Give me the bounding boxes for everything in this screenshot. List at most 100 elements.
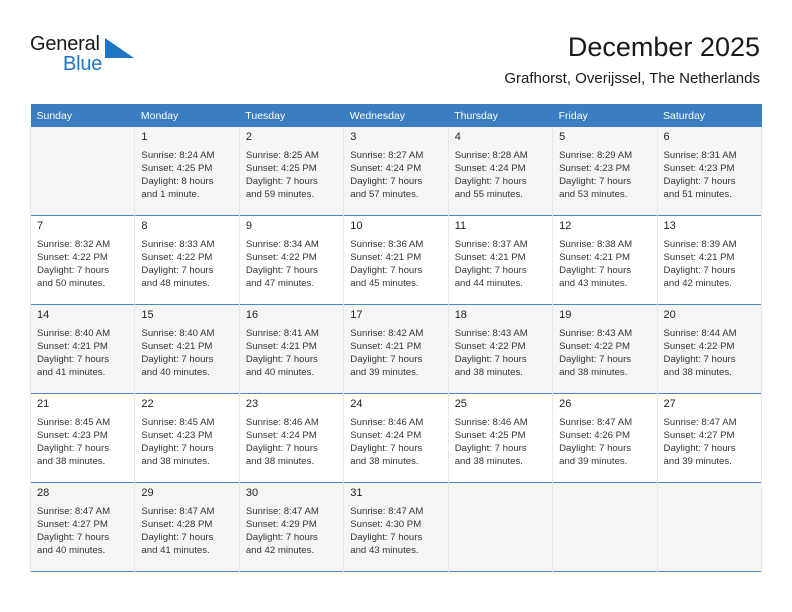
day-number: 6 — [663, 131, 670, 143]
day-number: 31 — [350, 487, 363, 499]
day-sun-info: Sunrise: 8:32 AM Sunset: 4:22 PM Dayligh… — [37, 239, 111, 290]
day-sun-info: Sunrise: 8:39 AM Sunset: 4:21 PM Dayligh… — [663, 239, 737, 290]
calendar-cell-inner: 17 Sunrise: 8:42 AM Sunset: 4:21 PM Dayli… — [344, 305, 447, 393]
calendar-cell-inner: 14 Sunrise: 8:40 AM Sunset: 4:21 PM Dayli… — [31, 305, 134, 393]
day-sun-info: Sunrise: 8:33 AM Sunset: 4:22 PM Dayligh… — [141, 239, 215, 290]
day-sun-info: Sunrise: 8:40 AM Sunset: 4:21 PM Dayligh… — [141, 328, 215, 379]
day-sun-info: Sunrise: 8:28 AM Sunset: 4:24 PM Dayligh… — [454, 150, 528, 201]
calendar-day-cell[interactable]: 15 Sunrise: 8:40 AM Sunset: 4:21 PM Dayli… — [134, 304, 240, 394]
weekday-header-wednesday: Wednesday — [343, 104, 449, 127]
calendar-cell-inner: 18 Sunrise: 8:43 AM Sunset: 4:22 PM Dayli… — [449, 305, 552, 393]
calendar-cell-inner: 13 Sunrise: 8:39 AM Sunset: 4:21 PM Dayli… — [658, 216, 761, 304]
calendar-cell-inner: 15 Sunrise: 8:40 AM Sunset: 4:21 PM Dayli… — [135, 305, 238, 393]
calendar-cell-inner: 16 Sunrise: 8:41 AM Sunset: 4:21 PM Dayli… — [240, 305, 343, 393]
calendar-day-cell[interactable]: 14 Sunrise: 8:40 AM Sunset: 4:21 PM Dayli… — [29, 304, 136, 394]
day-sun-info: Sunrise: 8:43 AM Sunset: 4:22 PM Dayligh… — [559, 328, 633, 379]
title-block: December 2025 Grafhorst, Overijssel, The… — [260, 30, 760, 89]
day-sun-info: Sunrise: 8:29 AM Sunset: 4:23 PM Dayligh… — [559, 150, 633, 201]
calendar-cell-inner — [553, 483, 656, 571]
day-number: 15 — [141, 309, 154, 321]
day-number — [31, 127, 134, 147]
page-subtitle: Grafhorst, Overijssel, The Netherlands — [504, 70, 760, 87]
logo-text-blue: Blue — [63, 53, 103, 75]
calendar-cell-inner: 9 Sunrise: 8:34 AM Sunset: 4:22 PM Daylig… — [240, 216, 343, 304]
day-number: 7 — [37, 220, 44, 232]
day-number: 26 — [559, 398, 572, 410]
day-sun-info: Sunrise: 8:46 AM Sunset: 4:24 PM Dayligh… — [245, 417, 319, 468]
calendar-cell-inner: 20 Sunrise: 8:44 AM Sunset: 4:22 PM Dayli… — [658, 305, 761, 393]
calendar-day-cell[interactable]: 29 Sunrise: 8:47 AM Sunset: 4:28 PM Dayli… — [134, 482, 240, 572]
calendar-day-cell[interactable]: 17 Sunrise: 8:42 AM Sunset: 4:21 PM Dayli… — [343, 304, 449, 394]
calendar-day-cell[interactable]: 26 Sunrise: 8:47 AM Sunset: 4:26 PM Dayli… — [552, 393, 658, 483]
day-number: 28 — [37, 487, 50, 499]
day-number: 12 — [559, 220, 572, 232]
day-sun-info: Sunrise: 8:47 AM Sunset: 4:26 PM Dayligh… — [559, 417, 633, 468]
calendar-day-cell[interactable]: 16 Sunrise: 8:41 AM Sunset: 4:21 PM Dayli… — [238, 304, 345, 394]
calendar-day-cell[interactable]: 8 Sunrise: 8:33 AM Sunset: 4:22 PM Daylig… — [134, 215, 240, 305]
generalblue-logo[interactable]: General Blue — [30, 33, 170, 85]
day-number: 23 — [245, 398, 259, 410]
calendar-day-cell[interactable]: 20 Sunrise: 8:44 AM Sunset: 4:22 PM Dayli… — [656, 304, 763, 394]
calendar-day-cell[interactable]: 6 Sunrise: 8:31 AM Sunset: 4:23 PM Daylig… — [656, 127, 763, 216]
calendar-cell-inner: 8 Sunrise: 8:33 AM Sunset: 4:22 PM Daylig… — [135, 216, 238, 304]
day-sun-info: Sunrise: 8:47 AM Sunset: 4:29 PM Dayligh… — [245, 506, 319, 557]
calendar-day-cell[interactable]: 13 Sunrise: 8:39 AM Sunset: 4:21 PM Dayli… — [656, 215, 763, 305]
day-number: 14 — [37, 309, 50, 321]
calendar-day-cell[interactable]: 12 Sunrise: 8:38 AM Sunset: 4:21 PM Dayli… — [552, 215, 658, 305]
calendar-day-cell[interactable]: 27 Sunrise: 8:47 AM Sunset: 4:27 PM Dayli… — [656, 393, 763, 483]
calendar-day-cell[interactable]: 5 Sunrise: 8:29 AM Sunset: 4:23 PM Daylig… — [552, 127, 658, 216]
calendar-week-row: 7 Sunrise: 8:32 AM Sunset: 4:22 PM Daylig… — [29, 215, 763, 305]
day-sun-info: Sunrise: 8:27 AM Sunset: 4:24 PM Dayligh… — [350, 150, 424, 201]
calendar-day-cell[interactable]: 10 Sunrise: 8:36 AM Sunset: 4:21 PM Dayli… — [343, 215, 449, 305]
day-number: 20 — [663, 309, 676, 321]
day-sun-info: Sunrise: 8:36 AM Sunset: 4:21 PM Dayligh… — [350, 239, 424, 290]
calendar-day-cell[interactable]: 24 Sunrise: 8:46 AM Sunset: 4:24 PM Dayli… — [343, 393, 449, 483]
calendar-cell-inner: 10 Sunrise: 8:36 AM Sunset: 4:21 PM Dayli… — [344, 216, 447, 304]
calendar-day-cell[interactable]: 19 Sunrise: 8:43 AM Sunset: 4:22 PM Dayli… — [552, 304, 658, 394]
calendar-cell-inner: 1 Sunrise: 8:24 AM Sunset: 4:25 PM Daylig… — [135, 127, 238, 215]
calendar-day-cell[interactable]: 7 Sunrise: 8:32 AM Sunset: 4:22 PM Daylig… — [29, 215, 136, 305]
day-number: 2 — [245, 131, 252, 143]
day-number: 19 — [559, 309, 572, 321]
calendar-day-cell[interactable]: 28 Sunrise: 8:47 AM Sunset: 4:27 PM Dayli… — [29, 482, 136, 572]
calendar-cell-empty — [656, 482, 763, 572]
day-sun-info: Sunrise: 8:47 AM Sunset: 4:27 PM Dayligh… — [37, 506, 111, 557]
weekday-header-saturday: Saturday — [657, 104, 762, 127]
calendar-cell-empty — [552, 482, 658, 572]
day-number: 4 — [454, 131, 461, 143]
day-sun-info: Sunrise: 8:43 AM Sunset: 4:22 PM Dayligh… — [454, 328, 528, 379]
calendar-day-cell[interactable]: 30 Sunrise: 8:47 AM Sunset: 4:29 PM Dayli… — [238, 482, 345, 572]
calendar-week-row: 1 Sunrise: 8:24 AM Sunset: 4:25 PM Daylig… — [29, 127, 763, 216]
weekday-header-row: Sunday Monday Tuesday Wednesday Thursday… — [30, 104, 762, 127]
day-number: 25 — [454, 398, 467, 410]
calendar-cell-inner: 21 Sunrise: 8:45 AM Sunset: 4:23 PM Dayli… — [31, 394, 134, 482]
calendar-day-cell[interactable]: 9 Sunrise: 8:34 AM Sunset: 4:22 PM Daylig… — [238, 215, 345, 305]
calendar-cell-inner — [449, 483, 552, 571]
day-number: 5 — [559, 131, 566, 143]
calendar-day-cell[interactable]: 4 Sunrise: 8:28 AM Sunset: 4:24 PM Daylig… — [447, 127, 554, 216]
calendar-cell-inner: 28 Sunrise: 8:47 AM Sunset: 4:27 PM Dayli… — [31, 483, 134, 571]
calendar-cell-empty — [29, 127, 136, 216]
calendar-cell-inner: 5 Sunrise: 8:29 AM Sunset: 4:23 PM Daylig… — [553, 127, 656, 215]
calendar-day-cell[interactable]: 22 Sunrise: 8:45 AM Sunset: 4:23 PM Dayli… — [134, 393, 240, 483]
calendar-cell-inner: 30 Sunrise: 8:47 AM Sunset: 4:29 PM Dayli… — [240, 483, 343, 571]
calendar-cell-inner: 26 Sunrise: 8:47 AM Sunset: 4:26 PM Dayli… — [553, 394, 656, 482]
calendar-day-cell[interactable]: 23 Sunrise: 8:46 AM Sunset: 4:24 PM Dayli… — [238, 393, 345, 483]
calendar-day-cell[interactable]: 11 Sunrise: 8:37 AM Sunset: 4:21 PM Dayli… — [447, 215, 554, 305]
calendar-day-cell[interactable]: 1 Sunrise: 8:24 AM Sunset: 4:25 PM Daylig… — [134, 127, 240, 216]
calendar-day-cell[interactable]: 3 Sunrise: 8:27 AM Sunset: 4:24 PM Daylig… — [343, 127, 449, 216]
calendar-body: 1 Sunrise: 8:24 AM Sunset: 4:25 PM Daylig… — [29, 127, 763, 572]
page-title: December 2025 — [567, 32, 760, 62]
calendar-cell-inner: 2 Sunrise: 8:25 AM Sunset: 4:25 PM Daylig… — [240, 127, 343, 215]
day-sun-info: Sunrise: 8:45 AM Sunset: 4:23 PM Dayligh… — [141, 417, 215, 468]
day-number: 22 — [141, 398, 154, 410]
calendar-day-cell[interactable]: 25 Sunrise: 8:46 AM Sunset: 4:25 PM Dayli… — [447, 393, 554, 483]
calendar-day-cell[interactable]: 2 Sunrise: 8:25 AM Sunset: 4:25 PM Daylig… — [238, 127, 345, 216]
calendar-day-cell[interactable]: 18 Sunrise: 8:43 AM Sunset: 4:22 PM Dayli… — [447, 304, 554, 394]
page-header: General Blue December 2025 Grafhorst, Ov… — [0, 0, 792, 100]
calendar-day-cell[interactable]: 31 Sunrise: 8:47 AM Sunset: 4:30 PM Dayli… — [343, 482, 449, 572]
day-number: 30 — [245, 487, 259, 499]
calendar-cell-inner: 11 Sunrise: 8:37 AM Sunset: 4:21 PM Dayli… — [449, 216, 552, 304]
calendar-cell-inner: 25 Sunrise: 8:46 AM Sunset: 4:25 PM Dayli… — [449, 394, 552, 482]
calendar-day-cell[interactable]: 21 Sunrise: 8:45 AM Sunset: 4:23 PM Dayli… — [29, 393, 136, 483]
